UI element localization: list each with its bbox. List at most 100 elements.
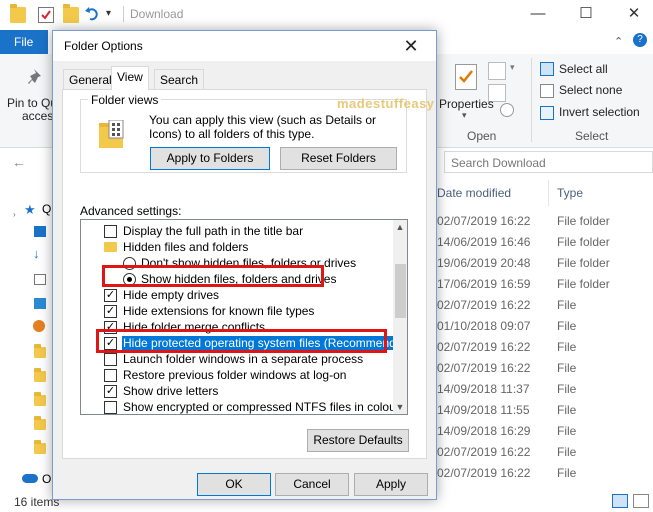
ribbon-divider — [531, 58, 532, 142]
file-row[interactable]: 14/09/2018 16:29 File — [437, 421, 653, 442]
file-tab[interactable]: File — [0, 30, 48, 54]
column-header-type[interactable]: Type — [557, 186, 583, 200]
setting-full-path[interactable]: Display the full path in the title bar — [82, 223, 402, 239]
collapse-ribbon-icon[interactable]: ⌃ — [614, 35, 623, 48]
qat-dropdown-icon[interactable]: ▾ — [106, 8, 111, 19]
properties-dropdown-icon[interactable]: ▾ — [462, 110, 467, 121]
folder-icon[interactable] — [34, 392, 46, 406]
setting-label: Launch folder windows in a separate proc… — [123, 352, 364, 366]
file-row[interactable]: 02/07/2019 16:22 File — [437, 358, 653, 379]
setting-label: Restore previous folder windows at log-o… — [123, 368, 347, 382]
row-date: 14/09/2018 16:29 — [437, 424, 531, 438]
setting-hide-extensions[interactable]: ✓ Hide extensions for known file types — [82, 303, 402, 319]
folder-icon[interactable] — [34, 440, 46, 454]
properties-icon[interactable] — [455, 64, 477, 90]
folder-icon — [10, 4, 26, 23]
onedrive-label[interactable]: O — [42, 472, 51, 486]
invert-selection-icon[interactable] — [540, 106, 554, 120]
downloads-icon[interactable]: ↓ — [33, 246, 40, 261]
file-row[interactable]: 02/07/2019 16:22 File — [437, 463, 653, 484]
close-window-icon[interactable]: ✕ — [624, 5, 644, 23]
restore-defaults-button[interactable]: Restore Defaults — [307, 429, 409, 452]
onedrive-icon[interactable] — [22, 474, 38, 483]
reset-folders-button[interactable]: Reset Folders — [280, 147, 397, 170]
folder-icon[interactable] — [34, 368, 46, 382]
checkbox[interactable] — [104, 225, 117, 238]
tab-general[interactable]: General — [63, 69, 118, 89]
new-folder-icon[interactable] — [63, 4, 79, 23]
row-date: 02/07/2019 16:22 — [437, 214, 531, 228]
file-row[interactable]: 01/10/2018 09:07 File — [437, 316, 653, 337]
scrollbar-thumb[interactable] — [395, 264, 406, 318]
checkbox[interactable] — [104, 401, 117, 414]
open-dropdown-icon[interactable]: ▾ — [510, 62, 515, 73]
row-type: File — [557, 319, 577, 333]
setting-label: Hidden files and folders — [123, 240, 249, 254]
folder-icon — [104, 242, 117, 252]
file-row[interactable]: 02/07/2019 16:22 File folder — [437, 211, 653, 232]
select-all-label[interactable]: Select all — [559, 62, 608, 76]
checkbox-checked[interactable]: ✓ — [104, 385, 117, 398]
history-icon[interactable] — [500, 103, 514, 117]
open-icon[interactable] — [488, 62, 506, 80]
checkbox[interactable] — [104, 369, 117, 382]
select-none-icon[interactable] — [540, 84, 554, 98]
file-row[interactable]: 17/06/2019 16:59 File folder — [437, 274, 653, 295]
checkbox-checked[interactable]: ✓ — [104, 289, 117, 302]
select-all-icon[interactable] — [540, 62, 554, 76]
setting-hide-empty-drives[interactable]: ✓ Hide empty drives — [82, 287, 402, 303]
file-row[interactable]: 02/07/2019 16:22 File — [437, 442, 653, 463]
invert-selection-label[interactable]: Invert selection — [559, 105, 640, 119]
file-row[interactable]: 02/07/2019 16:22 File — [437, 295, 653, 316]
folder-icon[interactable] — [34, 416, 46, 430]
setting-label: Show encrypted or compressed NTFS files … — [123, 400, 400, 414]
documents-icon[interactable] — [34, 274, 46, 285]
minimize-icon[interactable]: — — [528, 5, 548, 23]
checkbox-checked[interactable]: ✓ — [104, 305, 117, 318]
pictures-icon[interactable] — [34, 298, 46, 309]
help-icon[interactable]: ? — [633, 33, 647, 47]
pin-label[interactable]: Pin to Qu — [7, 96, 57, 110]
search-input[interactable]: Search Download — [444, 151, 653, 173]
column-separator[interactable] — [548, 180, 549, 206]
pin-icon[interactable] — [26, 66, 48, 91]
folder-views-label: Folder views — [88, 93, 162, 107]
app-icon[interactable] — [33, 320, 45, 332]
advanced-settings-label: Advanced settings: — [80, 204, 182, 218]
scroll-up-icon[interactable]: ▲ — [393, 220, 407, 234]
expand-arrow-icon[interactable]: › — [13, 210, 16, 219]
advanced-settings-list[interactable]: Display the full path in the title bar H… — [80, 219, 408, 415]
checkbox[interactable] — [104, 353, 117, 366]
setting-drive-letters[interactable]: ✓ Show drive letters — [82, 383, 402, 399]
tab-view[interactable]: View — [111, 66, 149, 90]
properties-check-icon[interactable] — [38, 7, 54, 23]
ok-button[interactable]: OK — [197, 473, 271, 496]
apply-to-folders-button[interactable]: Apply to Folders — [150, 147, 270, 170]
file-row[interactable]: 14/09/2018 11:37 File — [437, 379, 653, 400]
quick-access-star-icon[interactable]: ★ — [24, 202, 36, 218]
details-view-icon[interactable] — [612, 494, 628, 508]
file-row[interactable]: 14/06/2019 16:46 File folder — [437, 232, 653, 253]
setting-restore-windows[interactable]: Restore previous folder windows at log-o… — [82, 367, 402, 383]
column-header-date[interactable]: Date modified — [437, 186, 511, 200]
desktop-icon[interactable] — [34, 226, 46, 237]
setting-ntfs-colour[interactable]: Show encrypted or compressed NTFS files … — [82, 399, 402, 414]
properties-label[interactable]: Properties — [439, 97, 494, 111]
file-row[interactable]: 02/07/2019 16:22 File — [437, 337, 653, 358]
folder-icon[interactable] — [34, 344, 46, 358]
setting-separate-process[interactable]: Launch folder windows in a separate proc… — [82, 351, 402, 367]
select-none-label[interactable]: Select none — [559, 83, 622, 97]
close-icon[interactable]: ✕ — [389, 33, 433, 59]
file-row[interactable]: 19/06/2019 20:48 File folder — [437, 253, 653, 274]
quick-access-label[interactable]: Q — [42, 202, 51, 216]
apply-button[interactable]: Apply — [354, 473, 428, 496]
cancel-button[interactable]: Cancel — [275, 473, 349, 496]
scroll-down-icon[interactable]: ▼ — [393, 400, 407, 414]
tab-search[interactable]: Search — [154, 69, 205, 89]
large-icons-view-icon[interactable] — [633, 494, 649, 508]
file-row[interactable]: 14/09/2018 11:55 File — [437, 400, 653, 421]
watermark-text: madestuffeasy — [337, 96, 435, 111]
maximize-icon[interactable]: ☐ — [576, 5, 596, 23]
undo-icon[interactable] — [84, 5, 100, 21]
back-arrow-icon[interactable]: ← — [12, 154, 26, 170]
